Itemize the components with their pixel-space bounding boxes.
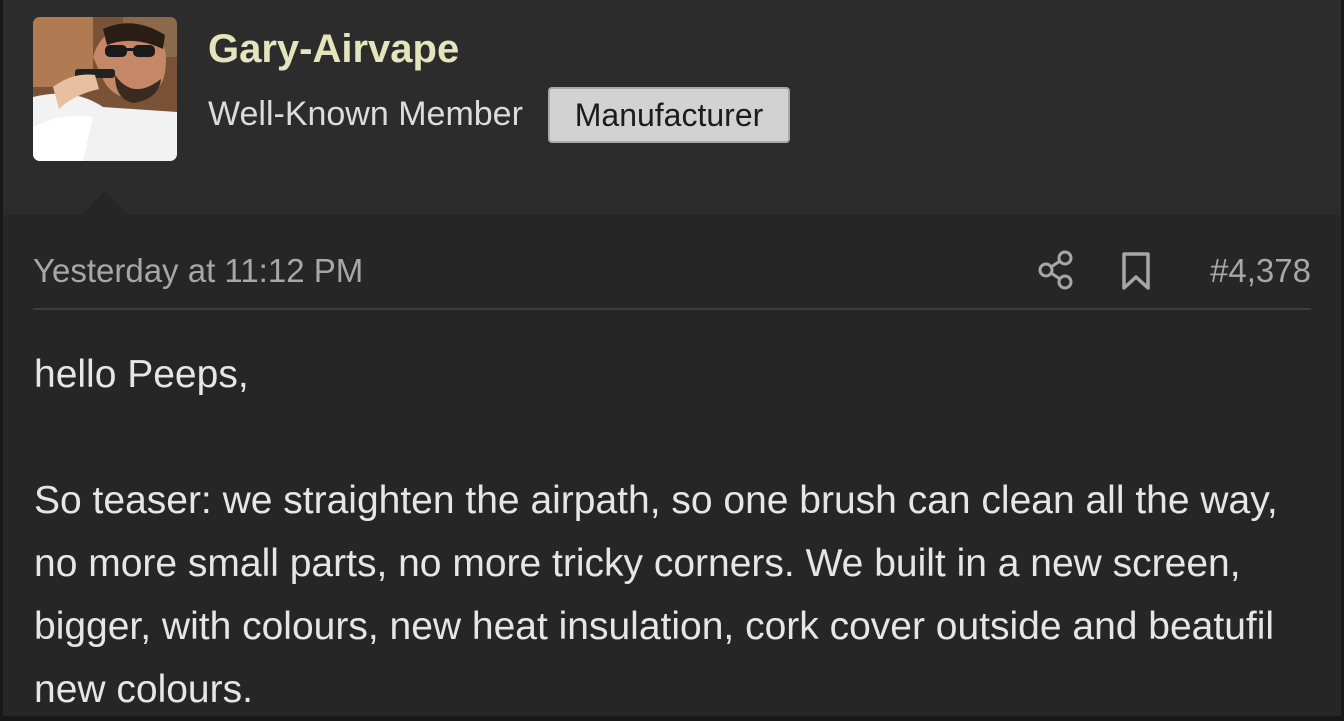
post-number-link[interactable]: #4,378 — [1210, 252, 1311, 290]
bookmark-icon[interactable] — [1119, 250, 1153, 292]
user-banner-badge: Manufacturer — [548, 87, 790, 143]
header-pointer-arrow — [81, 191, 129, 216]
post-greeting: hello Peeps, — [34, 353, 249, 396]
forum-post: Gary-Airvape Well-Known Member Manufactu… — [3, 0, 1341, 716]
avatar-image — [33, 17, 177, 161]
post-meta-bar: Yesterday at 11:12 PM #4,378 — [33, 240, 1311, 310]
share-icon[interactable] — [1036, 248, 1076, 292]
user-title: Well-Known Member — [208, 95, 523, 133]
username-link[interactable]: Gary-Airvape — [208, 27, 459, 72]
post-user-header: Gary-Airvape Well-Known Member Manufactu… — [3, 0, 1341, 216]
post-body: hello Peeps, So teaser: we straighten th… — [34, 343, 1324, 721]
post-timestamp[interactable]: Yesterday at 11:12 PM — [33, 252, 363, 290]
avatar[interactable] — [33, 17, 177, 161]
post-paragraph: So teaser: we straighten the airpath, so… — [34, 479, 1278, 711]
